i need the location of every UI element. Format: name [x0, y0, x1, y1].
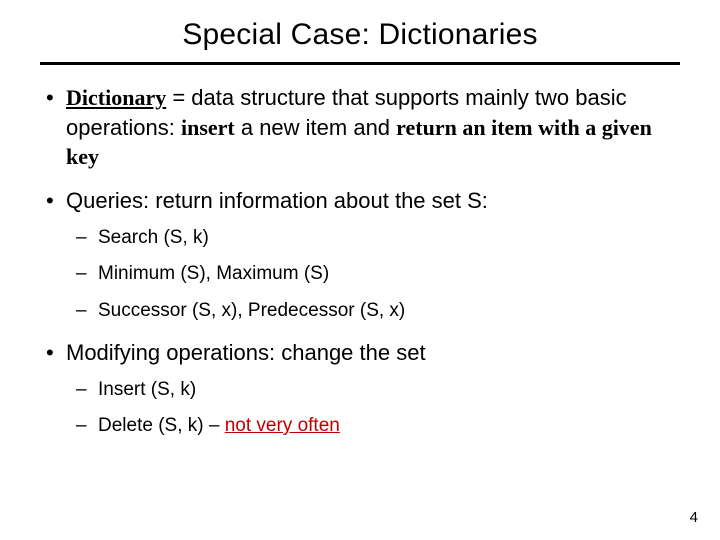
text: =	[166, 85, 191, 110]
sub-item: Minimum (S), Maximum (S)	[66, 262, 680, 287]
bullet-modifying: Modifying operations: change the set Ins…	[40, 338, 680, 439]
term-dictionary: Dictionary	[66, 85, 166, 110]
bullet-dictionary: Dictionary = data structure that support…	[40, 83, 680, 172]
sub-item: Successor (S, x), Predecessor (S, x)	[66, 299, 680, 324]
text: a new item and	[235, 115, 396, 140]
term-insert: insert	[181, 115, 235, 140]
bullet-queries: Queries: return information about the se…	[40, 186, 680, 324]
sub-item: Search (S, k)	[66, 226, 680, 251]
text: Modifying operations:	[66, 340, 281, 365]
text: return information about the set S:	[155, 188, 488, 213]
sub-item: Delete (S, k) – not very often	[66, 414, 680, 439]
text: Queries:	[66, 188, 155, 213]
slide: Special Case: Dictionaries Dictionary = …	[0, 0, 720, 540]
page-number: 4	[690, 509, 698, 526]
slide-title: Special Case: Dictionaries	[40, 18, 680, 52]
modifying-sublist: Insert (S, k) Delete (S, k) – not very o…	[66, 378, 680, 439]
sub-item: Insert (S, k)	[66, 378, 680, 403]
bullet-list: Dictionary = data structure that support…	[40, 83, 680, 439]
text: change the set	[281, 340, 425, 365]
title-rule	[40, 62, 680, 65]
queries-sublist: Search (S, k) Minimum (S), Maximum (S) S…	[66, 226, 680, 324]
text-emphasis: not very often	[225, 415, 340, 436]
text: Delete (S, k) –	[98, 415, 225, 436]
